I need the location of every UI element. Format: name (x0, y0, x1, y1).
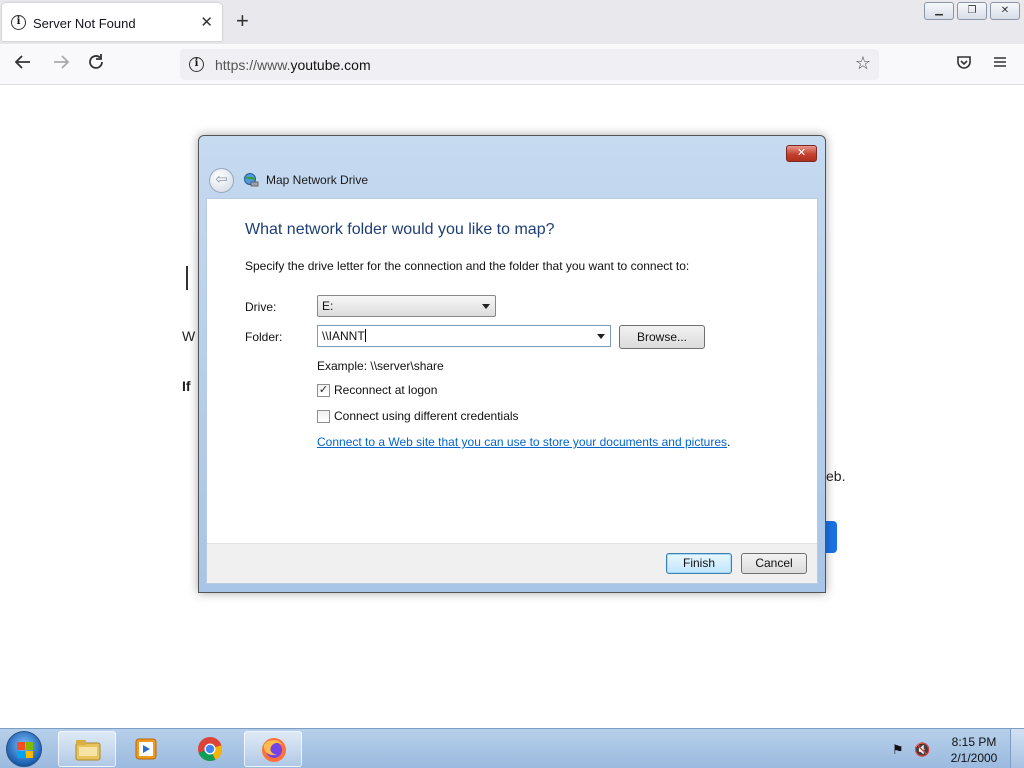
clock-date: 2/1/2000 (950, 751, 998, 765)
tab-close-icon[interactable]: ✕ (200, 13, 213, 31)
reconnect-option[interactable]: ✓ Reconnect at logon (317, 383, 437, 397)
taskbar-explorer[interactable] (58, 731, 116, 767)
page-text-fragment-bold: If (182, 378, 191, 394)
reload-icon[interactable] (86, 52, 106, 78)
taskbar-firefox[interactable] (244, 731, 302, 767)
web-site-link[interactable]: Connect to a Web site that you can use t… (317, 435, 727, 449)
site-info-icon[interactable]: i (189, 57, 204, 72)
media-player-icon (135, 738, 157, 760)
chrome-icon (198, 737, 222, 762)
back-arrow-icon[interactable] (13, 52, 33, 78)
try-again-button-fragment[interactable] (826, 521, 837, 553)
navigation-toolbar: i https://www.youtube.com ☆ (0, 44, 1024, 85)
volume-muted-icon[interactable]: 🔇 (914, 742, 930, 758)
minimize-button[interactable]: ▁ (924, 2, 954, 20)
new-tab-button[interactable]: + (236, 9, 249, 33)
tab-title: Server Not Found (33, 16, 136, 31)
back-arrow-button[interactable]: ⇦ (209, 168, 234, 193)
taskbar-chrome[interactable] (181, 731, 239, 767)
firefox-icon (262, 738, 286, 762)
credentials-label[interactable]: Connect using different credentials (334, 409, 519, 423)
text-caret (364, 329, 366, 342)
folder-input[interactable]: \\IANNT (317, 325, 611, 347)
info-icon: i (11, 15, 26, 30)
page-text-fragment: W (182, 328, 196, 344)
folder-icon (75, 740, 101, 761)
dialog-heading: What network folder would you like to ma… (245, 221, 555, 238)
taskbar-media-player[interactable] (117, 731, 175, 767)
folder-example: Example: \\server\share (317, 359, 444, 373)
windows-logo-icon (17, 742, 33, 758)
folder-value: \\IANNT (322, 329, 365, 343)
map-network-drive-dialog: ✕ ⇦ Map Network Drive What network folde… (198, 135, 826, 593)
folder-dropdown-icon[interactable] (597, 334, 605, 339)
chevron-down-icon (482, 304, 490, 309)
window-controls: ▁ ❐ ✕ (924, 2, 1020, 20)
reconnect-checkbox[interactable]: ✓ (317, 383, 330, 397)
restore-button[interactable]: ❐ (957, 2, 987, 20)
show-desktop-button[interactable] (1010, 729, 1024, 768)
address-bar[interactable]: i https://www.youtube.com ☆ (180, 49, 879, 80)
url-text[interactable]: https://www.youtube.com (215, 57, 371, 73)
drive-value: E: (322, 299, 334, 313)
page-text-fragment-right: eb. (826, 468, 846, 484)
credentials-option[interactable]: Connect using different credentials (317, 409, 519, 423)
clock-time: 8:15 PM (951, 735, 997, 749)
menu-hamburger-icon[interactable] (990, 52, 1010, 78)
tab-server-not-found[interactable]: i Server Not Found ✕ (2, 3, 222, 41)
page-heading-fragment (186, 266, 188, 290)
start-button[interactable] (6, 731, 42, 767)
system-clock[interactable]: 8:15 PM 2/1/2000 (944, 734, 1004, 766)
drive-select[interactable]: E: (317, 295, 496, 317)
reconnect-label[interactable]: Reconnect at logon (334, 383, 437, 397)
dialog-footer: Finish Cancel (207, 543, 817, 583)
browser-titlebar: i Server Not Found ✕ + ▁ ❐ ✕ (0, 0, 1024, 44)
network-drive-icon (244, 173, 259, 187)
dialog-title: Map Network Drive (266, 173, 369, 187)
folder-label: Folder: (245, 330, 283, 344)
dialog-instruction: Specify the drive letter for the connect… (245, 259, 690, 273)
credentials-checkbox[interactable] (317, 409, 330, 423)
finish-button[interactable]: Finish (666, 553, 732, 574)
dialog-close-button[interactable]: ✕ (786, 145, 817, 162)
taskbar: ⚑ 🔇 8:15 PM 2/1/2000 (0, 728, 1024, 768)
browse-button[interactable]: Browse... (619, 325, 705, 349)
dialog-content: What network folder would you like to ma… (206, 198, 818, 584)
window-close-button[interactable]: ✕ (990, 2, 1020, 20)
action-center-flag-icon[interactable]: ⚑ (892, 742, 904, 758)
cancel-button[interactable]: Cancel (741, 553, 807, 574)
pocket-icon[interactable] (954, 52, 974, 78)
web-site-link-line: Connect to a Web site that you can use t… (317, 435, 731, 449)
forward-arrow-icon[interactable] (51, 52, 71, 78)
drive-label: Drive: (245, 300, 277, 314)
bookmark-star-icon[interactable]: ☆ (855, 53, 871, 74)
